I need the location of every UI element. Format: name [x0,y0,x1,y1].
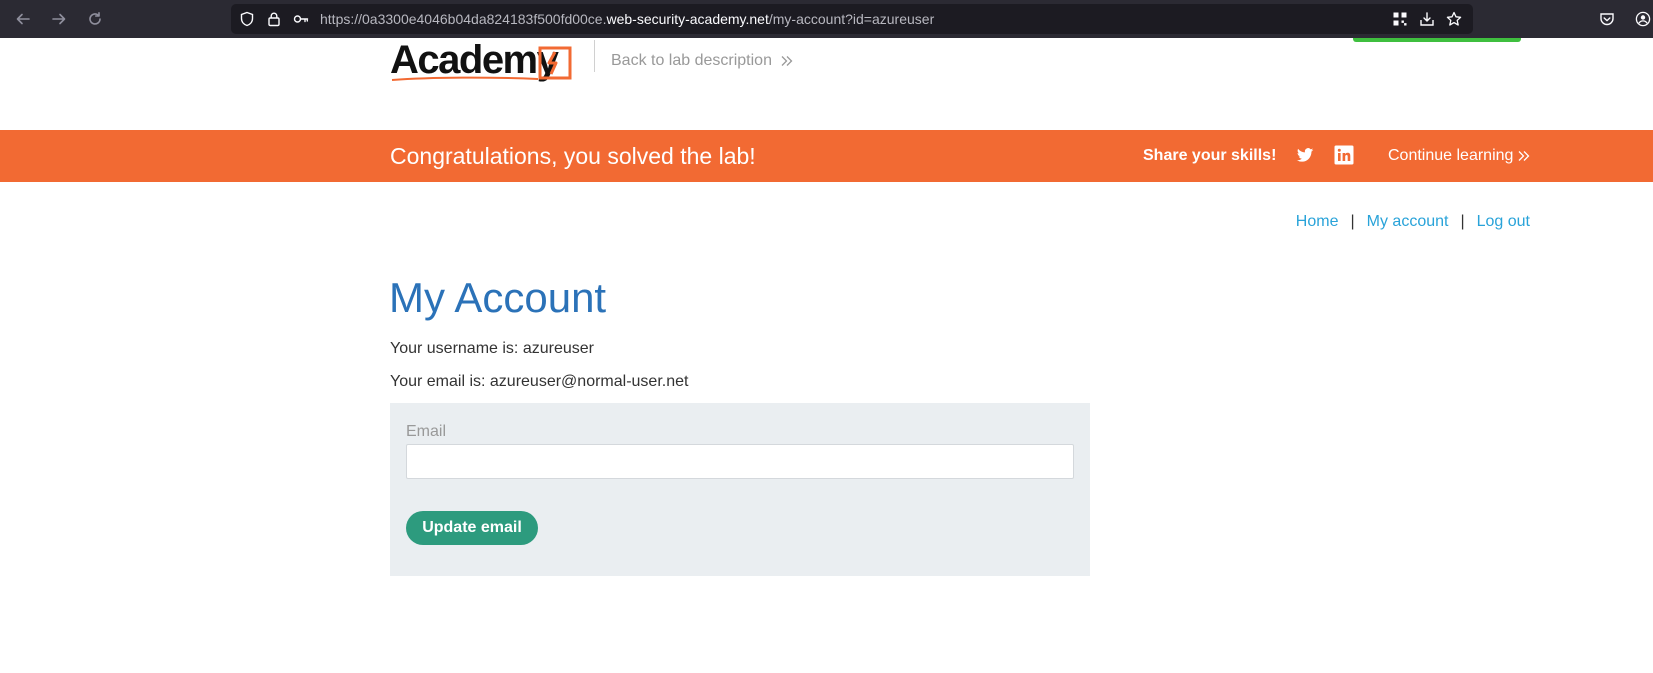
update-email-form: Email Update email [390,403,1090,576]
logo-bolt-icon [538,46,572,80]
continue-learning-link[interactable]: Continue learning [1388,146,1531,166]
nav-home-link[interactable]: Home [1296,212,1339,232]
key-icon[interactable] [293,11,309,27]
page-title: My Account [389,274,607,321]
pocket-icon[interactable] [1599,11,1615,27]
lab-status-strip [1353,38,1521,42]
logo-underline-icon [391,76,539,81]
lock-icon[interactable] [266,11,282,27]
url-prefix: https://0a3300e4046b04da824183f500fd00ce… [320,11,607,27]
continue-learning-label: Continue learning [1388,147,1514,164]
back-to-lab-label: Back to lab description [611,52,772,69]
double-chevron-right-icon [1518,151,1530,161]
forward-arrow-icon[interactable] [47,7,71,31]
star-bookmark-icon[interactable] [1446,11,1462,27]
browser-toolbar: https://0a3300e4046b04da824183f500fd00ce… [0,0,1653,38]
account-icon[interactable] [1635,11,1651,27]
email-label: Email [406,423,447,440]
nav-separator: | [1350,213,1355,230]
url-host: web-security-academy.net [606,11,769,27]
address-bar[interactable]: https://0a3300e4046b04da824183f500fd00ce… [231,4,1473,34]
back-to-lab-link[interactable]: Back to lab description [611,51,794,71]
nav-log-out-link[interactable]: Log out [1477,212,1530,232]
shield-icon[interactable] [239,11,255,27]
url-text[interactable]: https://0a3300e4046b04da824183f500fd00ce… [320,11,934,27]
linkedin-icon[interactable] [1334,145,1354,165]
nav-separator: | [1460,213,1465,230]
account-nav: Home | My account | Log out [1296,212,1530,232]
screenshot-icon[interactable] [1419,11,1435,27]
academy-logo[interactable]: Academy [390,38,574,82]
qr-code-icon[interactable] [1392,11,1408,27]
email-input[interactable] [406,444,1074,479]
share-label: Share your skills! [1143,147,1277,164]
url-path: /my-account?id=azureuser [768,11,935,27]
update-email-button[interactable]: Update email [406,511,538,545]
email-line: Your email is: azureuser@normal-user.net [390,373,689,390]
double-chevron-right-icon [781,56,793,66]
twitter-icon[interactable] [1295,145,1315,165]
banner-title: Congratulations, you solved the lab! [390,143,756,169]
username-line: Your username is: azureuser [390,340,594,357]
back-arrow-icon[interactable] [11,7,35,31]
solved-banner: Congratulations, you solved the lab! Sha… [0,130,1653,182]
nav-my-account-link[interactable]: My account [1367,212,1449,232]
header-divider [594,40,595,72]
reload-icon[interactable] [83,7,107,31]
